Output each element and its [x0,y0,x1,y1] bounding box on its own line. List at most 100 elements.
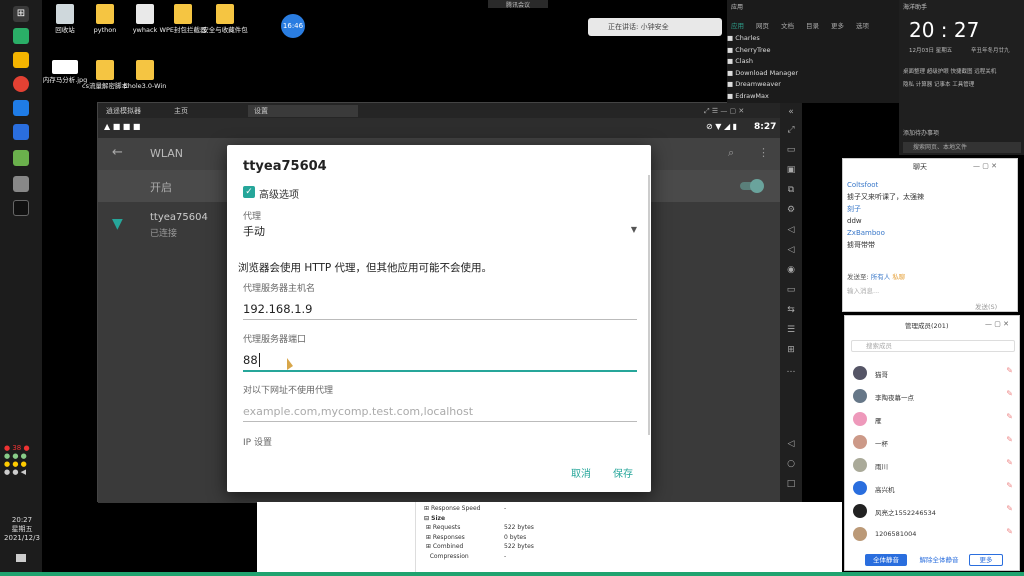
more-button[interactable]: 更多 [969,554,1003,566]
member-row[interactable]: 李陶夜幕一点 ✎ [853,389,1013,407]
emulator-icon[interactable] [13,150,29,166]
keyboard-icon[interactable]: ▭ [785,145,797,155]
member-row[interactable]: 雁 ✎ [853,412,1013,430]
save-button[interactable]: 保存 [613,465,633,480]
app-item[interactable]: ■ Download Manager [727,68,899,80]
gear-icon[interactable]: ⚙ [785,205,797,215]
chat-private[interactable]: 私聊 [892,273,905,281]
apps-tab[interactable]: 目录 [806,22,819,30]
members-search[interactable]: 搜索成员 [851,340,1015,352]
nav-back-icon[interactable]: ◁ [785,439,797,449]
folder-icon[interactable]: ▭ [785,285,797,295]
apps-tab[interactable]: 网页 [756,22,769,30]
tab-settings[interactable]: 设置 [248,105,358,117]
desktop-icon-security[interactable]: 安全与收藏件包 [200,4,250,34]
tray-control[interactable]: 隐私 [903,82,914,88]
chat-send-button[interactable]: 发送(S) [975,301,997,311]
tray-control[interactable]: 计算器 [916,82,933,88]
window-controls[interactable]: ⤢ ☰ — ▢ ✕ [698,105,750,117]
ip-settings-label[interactable]: IP 设置 [243,435,272,448]
location-icon[interactable]: ◉ [785,265,797,275]
meeting-bar[interactable]: 腾讯会议 [488,0,548,9]
apps-icon[interactable]: ⊞ [785,345,797,355]
notification-icon[interactable] [16,554,26,562]
desktop-icon-ehole[interactable]: Ehole3.0-Win [120,60,170,90]
volume-up-icon[interactable]: ◁ [785,225,797,235]
mic-off-icon[interactable]: ✎ [1006,389,1013,398]
apps-tab[interactable]: 更多 [831,22,844,30]
mic-off-icon[interactable]: ✎ [1006,435,1013,444]
apps-tab[interactable]: 文档 [781,22,794,30]
upload-icon[interactable] [13,100,29,116]
member-row[interactable]: 雨川 ✎ [853,458,1013,476]
fullscreen-icon[interactable]: ⤢ [785,125,797,135]
wechat-icon[interactable] [13,28,29,44]
list-icon[interactable]: ☰ [785,325,797,335]
mic-off-icon[interactable]: ✎ [1006,527,1013,536]
chat-target[interactable]: 所有人 [871,273,891,281]
tab-home[interactable]: 主页 [168,105,194,117]
mic-off-icon[interactable]: ✎ [1006,458,1013,467]
app-item[interactable]: ■ Dreamweaver [727,79,899,91]
collapse-icon[interactable]: « [785,107,797,117]
taskbar-clock[interactable]: 20:27 星期五 2021/12/3 [4,516,40,543]
tray-control[interactable]: 快捷截图 [951,69,973,75]
tray-control[interactable]: 工具管理 [952,82,974,88]
detail-row: ⊞ Requests 522 bytes [424,524,534,531]
tray-control[interactable]: 超级护眼 [927,69,949,75]
volume-down-icon[interactable]: ◁ [785,245,797,255]
tray-search[interactable]: 搜索网页、本地文件 [903,142,1021,153]
mic-off-icon[interactable]: ✎ [1006,481,1013,490]
back-arrow-icon[interactable]: ← [112,145,123,160]
app-item[interactable]: ■ Clash [727,56,899,68]
cancel-button[interactable]: 取消 [571,465,591,480]
app-item[interactable]: ■ Charles [727,33,899,45]
tray-control[interactable]: 记事本 [934,82,951,88]
sync-icon[interactable]: ⇆ [785,305,797,315]
emulator-tabbar: 逍遥模拟器 主页 设置 ⤢ ☰ — ▢ ✕ [98,103,802,118]
start-icon[interactable]: ⊞ [13,6,29,22]
meeting-icon[interactable] [13,124,29,140]
multi-window-icon[interactable]: ⧉ [785,185,797,195]
member-row[interactable]: 风亮之1552246534 ✎ [853,504,1013,522]
app-item[interactable]: ■ CherryTree [727,45,899,57]
member-row[interactable]: 高兴机 ✎ [853,481,1013,499]
bypass-input[interactable]: example.com,mycomp.test.com,localhost [243,405,473,418]
mic-off-icon[interactable]: ✎ [1006,412,1013,421]
app-icon[interactable] [13,176,29,192]
terminal-icon[interactable] [13,200,29,216]
clock-badge[interactable]: 16:46 [281,14,305,38]
tab-emulator[interactable]: 逍遥模拟器 [100,105,147,117]
dialog-scrollbar[interactable] [648,175,650,435]
proxy-select[interactable]: 手动 ▼ [243,223,637,239]
chat-window-controls[interactable]: — ▢ ✕ [973,162,997,170]
member-row[interactable]: 猫哥 ✎ [853,366,1013,384]
host-input[interactable]: 192.168.1.9 [243,302,313,316]
member-row[interactable]: 一杯 ✎ [853,435,1013,453]
nav-home-icon[interactable]: ○ [785,459,797,469]
port-input[interactable]: 88 [243,353,260,367]
task-label[interactable]: 添加待办事项 [903,128,939,137]
apps-tab[interactable]: 选项 [856,22,869,30]
file-explorer-icon[interactable] [13,52,29,68]
nav-recents-icon[interactable]: □ [785,479,797,489]
screenshot-icon[interactable]: ▣ [785,165,797,175]
unmute-all-button[interactable]: 解除全体静音 [915,554,963,566]
advanced-checkbox[interactable]: ✓ [243,186,255,198]
search-icon[interactable]: ⌕ [728,146,734,160]
more-menu-icon[interactable]: ⋮ [758,146,769,159]
member-row[interactable]: 1206581004 ✎ [853,527,1013,545]
mic-off-icon[interactable]: ✎ [1006,366,1013,375]
mic-off-icon[interactable]: ✎ [1006,504,1013,513]
apps-tab[interactable]: 应用 [731,22,744,30]
tray-icons[interactable]: ● 38 ● ● ● ● ● ● ● ● ● ◀ [4,444,40,504]
wlan-switch[interactable] [740,179,764,193]
tray-control[interactable]: 远程关机 [974,69,996,75]
chrome-icon[interactable] [13,76,29,92]
mute-all-button[interactable]: 全体静音 [865,554,907,566]
members-window-controls[interactable]: — ▢ ✕ [985,320,1009,328]
tray-control[interactable]: 桌面整理 [903,69,925,75]
app-item[interactable]: ■ EdrawMax [727,91,899,103]
more-icon[interactable]: … [785,365,797,375]
chat-input[interactable]: 输入消息... [847,285,879,295]
